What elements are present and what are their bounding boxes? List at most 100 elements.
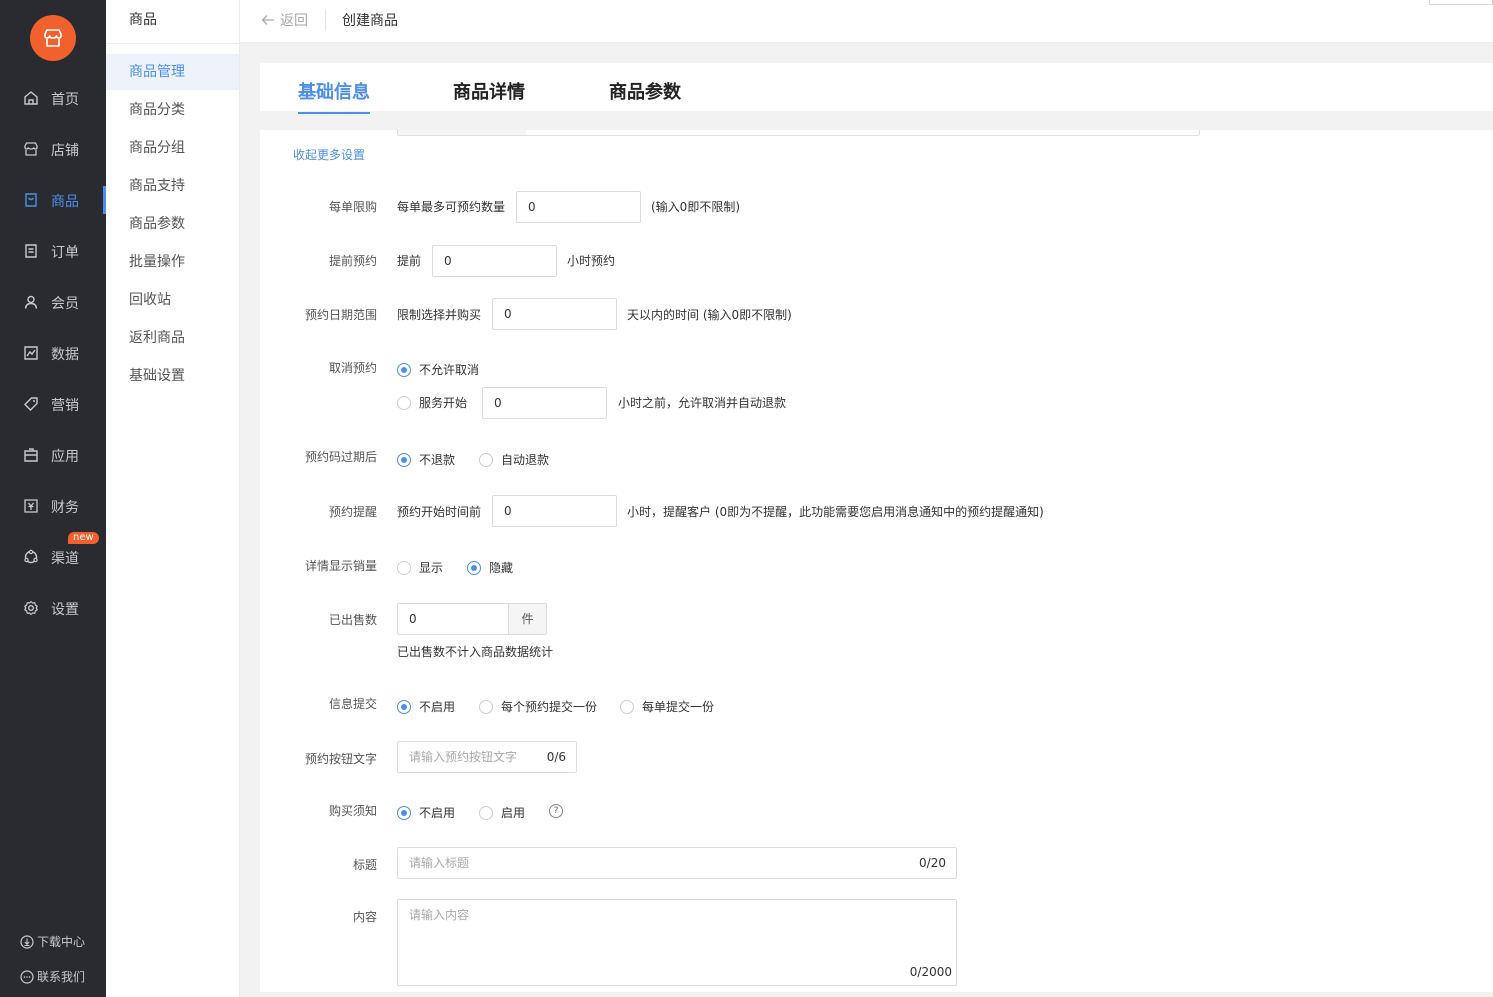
cancel-option-no[interactable]: 不允许取消	[397, 361, 479, 378]
info-submit-option-per-order-label: 每单提交一份	[642, 700, 715, 714]
nav-item-order[interactable]: 订单	[0, 231, 106, 271]
nav-item-store[interactable]: 店铺	[0, 129, 106, 169]
sold-input[interactable]: 0	[397, 603, 509, 635]
store-logo-icon[interactable]	[30, 15, 76, 61]
range-input[interactable]: 0	[492, 298, 617, 330]
expire-option-auto-refund-label: 自动退款	[501, 453, 550, 467]
info-submit-option-off[interactable]: 不启用	[397, 698, 455, 715]
button-text-placeholder: 请输入预约按钮文字	[409, 750, 518, 764]
notice-option-on[interactable]: 启用	[479, 804, 525, 821]
content-placeholder: 请输入内容	[409, 908, 470, 922]
button-text-input[interactable]: 请输入预约按钮文字 0/6	[397, 741, 577, 773]
submenu-item-product-management[interactable]: 商品管理	[106, 54, 239, 90]
remind-input-value: 0	[504, 504, 512, 518]
nav-label: 应用	[51, 449, 79, 465]
sales-show-option-show[interactable]: 显示	[397, 559, 443, 576]
expire-option-no-refund[interactable]: 不退款	[397, 451, 455, 468]
advance-label: 提前预约	[328, 254, 377, 268]
app-icon	[24, 448, 38, 462]
submenu-item-rebate[interactable]: 返利商品	[106, 320, 239, 356]
back-label: 返回	[280, 13, 308, 29]
title-label: 标题	[352, 858, 377, 872]
info-submit-option-per-booking[interactable]: 每个预约提交一份	[479, 698, 597, 715]
info-submit-option-per-booking-label: 每个预约提交一份	[501, 700, 598, 714]
sales-show-option-hide-label: 隐藏	[489, 561, 514, 575]
contact-us-label: 联系我们	[37, 970, 86, 984]
notice-option-off[interactable]: 不启用	[397, 804, 455, 821]
title-input[interactable]: 请输入标题 0/20	[397, 847, 957, 879]
remind-prefix: 预约开始时间前	[397, 505, 482, 519]
tab-product-details[interactable]: 商品详情	[453, 78, 525, 104]
collapse-settings-link[interactable]: 收起更多设置	[293, 146, 365, 163]
content-textarea[interactable]: 请输入内容 0/2000	[397, 899, 957, 986]
radio-unchecked	[479, 805, 493, 820]
submenu-item-basic-settings[interactable]: 基础设置	[106, 358, 239, 394]
nav-label: 财务	[51, 500, 79, 516]
cancel-hours-input[interactable]: 0	[482, 387, 607, 419]
submenu-item-batch[interactable]: 批量操作	[106, 244, 239, 280]
nav-item-marketing[interactable]: 营销	[0, 384, 106, 424]
submenu-item-support[interactable]: 商品支持	[106, 168, 239, 204]
limit-label: 每单限购	[328, 200, 377, 214]
sold-note: 已出售数不计入商品数据统计	[397, 645, 554, 659]
nav-item-apps[interactable]: 应用	[0, 435, 106, 475]
new-badge: new	[68, 532, 99, 544]
title-counter: 0/20	[919, 856, 946, 870]
info-submit-option-per-order[interactable]: 每单提交一份	[620, 698, 714, 715]
remind-input[interactable]: 0	[492, 495, 617, 527]
tab-product-params[interactable]: 商品参数	[609, 78, 681, 104]
store-icon	[24, 142, 38, 156]
submenu-item-recycle-bin[interactable]: 回收站	[106, 282, 239, 318]
cancel-option-before-service-label: 服务开始	[419, 396, 468, 410]
nav-label: 营销	[51, 398, 79, 414]
cancel-option-before-service[interactable]: 服务开始	[397, 394, 467, 411]
button-text-label: 预约按钮文字	[304, 752, 377, 766]
nav-item-finance[interactable]: 财务	[0, 486, 106, 526]
range-input-value: 0	[504, 307, 512, 321]
submenu-item-category[interactable]: 商品分类	[106, 92, 239, 128]
nav-label: 首页	[51, 92, 79, 108]
radio-unchecked	[479, 699, 493, 714]
download-icon	[20, 934, 34, 949]
limit-input[interactable]: 0	[516, 191, 641, 223]
notice-option-off-label: 不启用	[419, 806, 456, 820]
back-button[interactable]: 返回	[261, 10, 308, 30]
sales-show-option-hide[interactable]: 隐藏	[467, 559, 513, 576]
advance-suffix: 小时预约	[567, 254, 616, 268]
expire-option-auto-refund[interactable]: 自动退款	[479, 451, 549, 468]
range-suffix: 天以内的时间 (输入0即不限制)	[627, 308, 792, 322]
submenu-title: 商品	[129, 12, 157, 28]
page-title: 创建商品	[342, 13, 398, 29]
expire-label: 预约码过期后	[304, 450, 377, 464]
nav-item-channel[interactable]: 渠道 new	[0, 532, 106, 577]
sold-input-value: 0	[409, 612, 417, 626]
sold-unit: 件	[509, 603, 547, 635]
order-icon	[25, 244, 37, 258]
cancel-hours-value: 0	[494, 396, 502, 410]
nav-item-home[interactable]: 首页	[0, 78, 106, 118]
title-placeholder: 请输入标题	[409, 856, 470, 870]
nav-item-settings[interactable]: 设置	[0, 588, 106, 628]
advance-input-value: 0	[444, 254, 452, 268]
radio-checked	[397, 805, 411, 820]
tag-icon	[24, 397, 38, 411]
download-center-link[interactable]: 下载中心	[20, 933, 85, 950]
contact-us-link[interactable]: 联系我们	[20, 968, 85, 985]
date-value: 2022-06-27	[398, 130, 526, 135]
help-icon[interactable]: ?	[549, 804, 563, 818]
nav-label: 会员	[51, 296, 79, 312]
tab-basic-info[interactable]: 基础信息	[298, 78, 370, 114]
nav-label: 数据	[51, 347, 79, 363]
advance-input[interactable]: 0	[432, 245, 557, 277]
nav-item-product[interactable]: 商品	[0, 180, 106, 220]
nav-item-data[interactable]: 数据	[0, 333, 106, 373]
remind-label: 预约提醒	[328, 505, 377, 519]
nav-item-member[interactable]: 会员	[0, 282, 106, 322]
submenu-item-group[interactable]: 商品分组	[106, 130, 239, 166]
submenu-item-params[interactable]: 商品参数	[106, 206, 239, 242]
radio-checked	[397, 362, 411, 377]
date-range-field[interactable]: 2022-06-27	[397, 130, 1200, 136]
divider	[106, 43, 240, 44]
nav-label: 渠道	[51, 551, 79, 567]
info-submit-option-off-label: 不启用	[419, 700, 456, 714]
